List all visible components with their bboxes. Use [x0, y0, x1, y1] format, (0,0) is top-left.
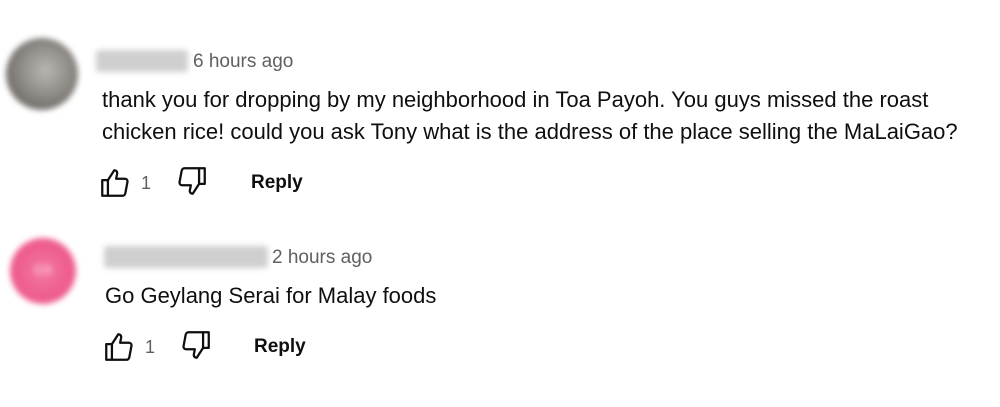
comment-text-line: thank you for dropping by my neighborhoo…: [102, 87, 929, 112]
username-redacted[interactable]: [96, 50, 188, 72]
avatar-initials: GS: [33, 262, 53, 277]
like-count: 1: [145, 337, 156, 357]
comment-text: Go Geylang Serai for Malay foods: [105, 280, 436, 312]
like-count: 1: [141, 173, 152, 193]
comment-text-line: Go Geylang Serai for Malay foods: [105, 283, 437, 308]
username-redacted[interactable]: [104, 246, 268, 268]
avatar[interactable]: GS: [10, 238, 76, 304]
thumbs-up-icon[interactable]: [102, 330, 136, 364]
reply-button[interactable]: Reply: [251, 172, 303, 194]
thumbs-down-icon[interactable]: [179, 328, 213, 362]
thumbs-up-icon[interactable]: [98, 166, 132, 200]
avatar[interactable]: [6, 38, 78, 110]
reply-button[interactable]: Reply: [254, 336, 306, 358]
comment-timestamp[interactable]: 6 hours ago: [193, 51, 293, 73]
comment-timestamp[interactable]: 2 hours ago: [272, 247, 372, 269]
comment-text: thank you for dropping by my neighborhoo…: [102, 84, 958, 148]
comment-text-line: chicken rice! could you ask Tony what is…: [102, 119, 958, 144]
thumbs-down-icon[interactable]: [175, 164, 209, 198]
